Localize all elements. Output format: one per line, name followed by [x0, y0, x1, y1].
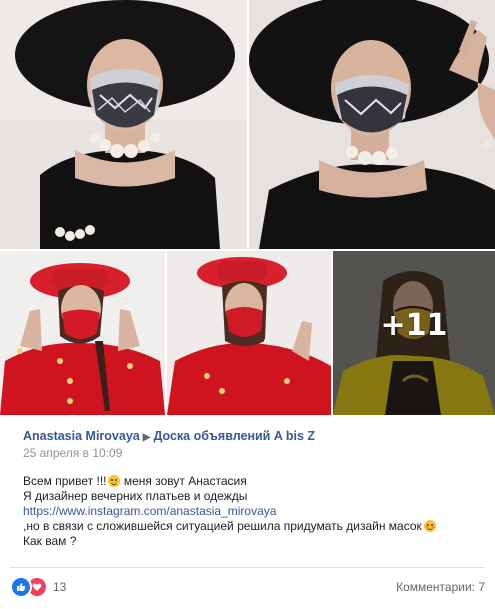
photo-black-hat-hand	[249, 0, 495, 249]
post-photo-5-more[interactable]: +11	[333, 251, 495, 415]
heart-icon	[32, 583, 42, 591]
post-footer: 13 Комментарии: 7	[10, 576, 485, 598]
post-line-3: Я дизайнер вечерних платьев и одежды	[23, 489, 248, 503]
thumbs-up-icon	[17, 583, 26, 591]
post-photo-2[interactable]	[249, 0, 495, 249]
post-date[interactable]: 25 апреля в 10:09	[23, 446, 485, 460]
post-header: Anastasia Mirovaya ▶ Доска объявлений A bi…	[23, 429, 485, 460]
reactions-count[interactable]: 13	[53, 580, 66, 594]
post-line-5: ,но в связи с сложившейся ситуацией реши…	[23, 519, 422, 533]
post-photo-4[interactable]	[167, 251, 331, 415]
author-name-link[interactable]: Anastasia Mirovaya	[23, 429, 140, 443]
blushing-emoji-icon	[423, 520, 436, 532]
photo-red-hat-side	[167, 251, 331, 415]
post-line-1: Всем привет !!!	[23, 474, 107, 488]
post-text: Всем привет !!! меня зовут Анастасия Я д…	[23, 474, 485, 549]
post-photo-1[interactable]	[0, 0, 247, 249]
group-name-link[interactable]: Доска объявлений A bis Z	[153, 429, 315, 443]
comments-count-link[interactable]: Комментарии: 7	[396, 580, 485, 594]
post-line-6: Как вам ?	[23, 534, 77, 548]
author-line: Anastasia Mirovaya ▶ Доска объявлений A bi…	[23, 429, 485, 443]
more-photos-overlay[interactable]: +11	[333, 251, 495, 415]
like-reaction-icon[interactable]	[10, 576, 32, 598]
post-line-2: меня зовут Анастасия	[123, 474, 247, 488]
photo-red-hat-mask	[0, 251, 165, 415]
more-photos-count: +11	[380, 307, 448, 343]
grinning-emoji-icon	[108, 475, 121, 487]
caret-right-icon: ▶	[142, 432, 151, 443]
instagram-link[interactable]: https://www.instagram.com/anastasia_miro…	[23, 504, 276, 518]
divider	[10, 567, 485, 568]
photo-black-hat-lace-mask	[0, 0, 247, 249]
post-photo-3[interactable]	[0, 251, 165, 415]
facebook-post: +11 Anastasia Mirovaya ▶ Доска объявлений …	[0, 0, 495, 609]
